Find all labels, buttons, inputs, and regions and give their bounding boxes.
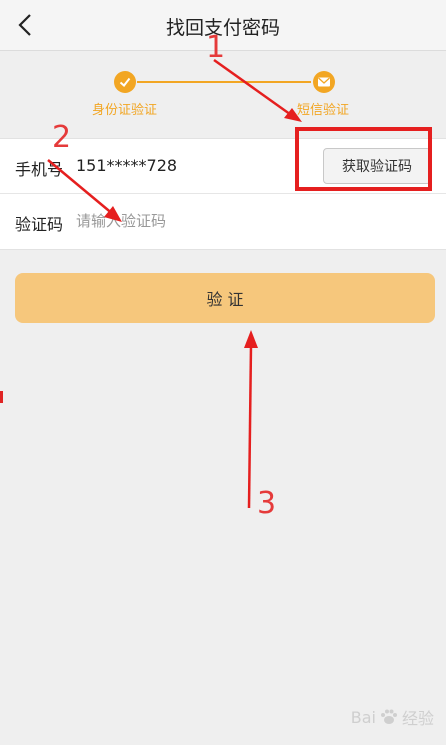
verify-button[interactable]: 验 证 (15, 273, 435, 323)
annotation-number-2: 2 (52, 120, 72, 155)
arrow-3-head (244, 330, 258, 348)
step-2-label: 短信验证 (297, 103, 350, 118)
step-1-label: 身份证验证 (92, 103, 158, 118)
edge-mark (0, 391, 3, 403)
watermark: Bai 经验 (351, 705, 434, 729)
watermark-brand-right: 经验 (401, 709, 434, 728)
watermark-brand-left: Bai (350, 707, 376, 727)
annotation-number-3: 3 (257, 486, 277, 521)
highlight-box (295, 127, 432, 191)
step-1-check-icon (114, 71, 136, 93)
phone-label: 手机号 (15, 160, 64, 179)
arrow-3 (247, 344, 253, 509)
code-input[interactable] (76, 206, 296, 236)
paw-icon (380, 709, 397, 724)
code-label: 验证码 (15, 215, 64, 234)
step-connector (137, 81, 311, 83)
code-row: 验证码 (0, 194, 446, 248)
phone-value: 151*****728 (76, 156, 178, 175)
step-2-envelope-icon (313, 71, 335, 93)
annotation-number-1: 1 (206, 30, 226, 65)
